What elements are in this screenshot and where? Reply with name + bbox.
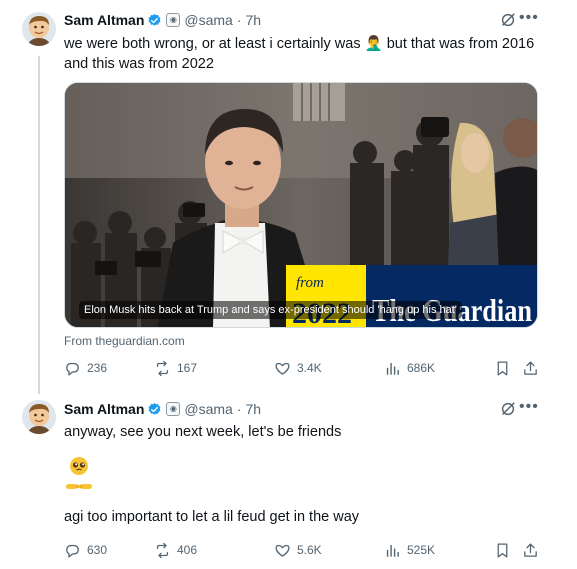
reply-icon <box>66 362 79 376</box>
author-name[interactable]: Sam Altman <box>64 12 144 28</box>
bookmark-icon <box>497 360 508 376</box>
grok-icon[interactable] <box>499 400 517 418</box>
repost-button[interactable]: 167 <box>154 358 197 378</box>
views-count: 686K <box>407 361 436 375</box>
tweet-emoji <box>64 454 544 494</box>
tweet-text-line-2: agi too important to let a lil feud get … <box>64 509 360 525</box>
tweet-timestamp[interactable]: 7h <box>246 401 262 417</box>
author-handle[interactable]: @sama <box>184 401 232 417</box>
views-count: 525K <box>407 543 436 557</box>
like-button[interactable]: 3.4K <box>274 358 322 378</box>
reply-button[interactable]: 630 <box>64 540 107 560</box>
reply-button[interactable]: 236 <box>64 358 107 378</box>
like-button[interactable]: 5.6K <box>274 540 322 560</box>
views-icon <box>386 362 399 375</box>
tweet-header: Sam Altman ◉ @sama · 7h <box>64 10 261 30</box>
bookmark-button[interactable] <box>494 358 511 378</box>
like-count: 3.4K <box>297 361 322 375</box>
share-icon <box>524 360 537 375</box>
author-avatar[interactable] <box>22 12 56 46</box>
pleading-face-emoji <box>66 457 92 489</box>
repost-count: 406 <box>177 543 198 557</box>
more-options-icon[interactable]: ••• <box>519 10 538 29</box>
like-count: 5.6K <box>297 543 322 557</box>
guardian-logo-from: from <box>296 275 324 291</box>
tweet-2[interactable]: Sam Altman ◉ @sama · 7h ••• anyway, see … <box>0 394 577 569</box>
share-button[interactable] <box>522 358 539 378</box>
grok-icon[interactable] <box>499 11 517 29</box>
card-source-link[interactable]: From theguardian.com <box>64 334 185 348</box>
separator-dot: · <box>236 12 242 28</box>
reply-count: 236 <box>87 361 108 375</box>
reply-icon <box>66 544 79 558</box>
tweet-actions: 236 167 3.4K 686K <box>64 358 544 378</box>
author-name[interactable]: Sam Altman <box>64 401 144 417</box>
affiliate-badge-icon[interactable]: ◉ <box>166 13 181 27</box>
separator-dot: · <box>236 401 242 417</box>
views-icon <box>386 544 399 557</box>
repost-icon <box>156 542 169 558</box>
author-avatar[interactable] <box>22 400 56 434</box>
repost-count: 167 <box>177 361 198 375</box>
repost-icon <box>156 360 169 376</box>
bookmark-button[interactable] <box>494 540 511 560</box>
tweet-timestamp[interactable]: 7h <box>246 12 262 28</box>
reply-count: 630 <box>87 543 108 557</box>
bookmark-icon <box>497 542 508 558</box>
tweet-text-line-1: anyway, see you next week, let's be frie… <box>64 424 342 440</box>
link-card[interactable]: from 2022 The Guardian Elon Musk hits ba… <box>64 82 538 328</box>
verified-badge-icon[interactable] <box>147 13 162 28</box>
affiliate-badge-icon[interactable]: ◉ <box>166 402 181 416</box>
like-icon <box>275 544 290 557</box>
tweet-1[interactable]: Sam Altman ◉ @sama · 7h ••• we were both… <box>0 0 577 394</box>
like-icon <box>275 362 290 375</box>
tweet-text: we were both wrong, or at least i certai… <box>64 36 535 72</box>
share-icon <box>524 542 537 557</box>
share-button[interactable] <box>522 540 539 560</box>
views-button[interactable]: 686K <box>384 358 435 378</box>
tweet-actions: 630 406 5.6K 525K <box>64 540 544 560</box>
tweet-header: Sam Altman ◉ @sama · 7h <box>64 399 261 419</box>
verified-badge-icon[interactable] <box>147 402 162 417</box>
author-handle[interactable]: @sama <box>184 12 232 28</box>
views-button[interactable]: 525K <box>384 540 435 560</box>
more-options-icon[interactable]: ••• <box>519 399 538 418</box>
repost-button[interactable]: 406 <box>154 540 197 560</box>
card-headline[interactable]: Elon Musk hits back at Trump and says ex… <box>79 301 462 319</box>
